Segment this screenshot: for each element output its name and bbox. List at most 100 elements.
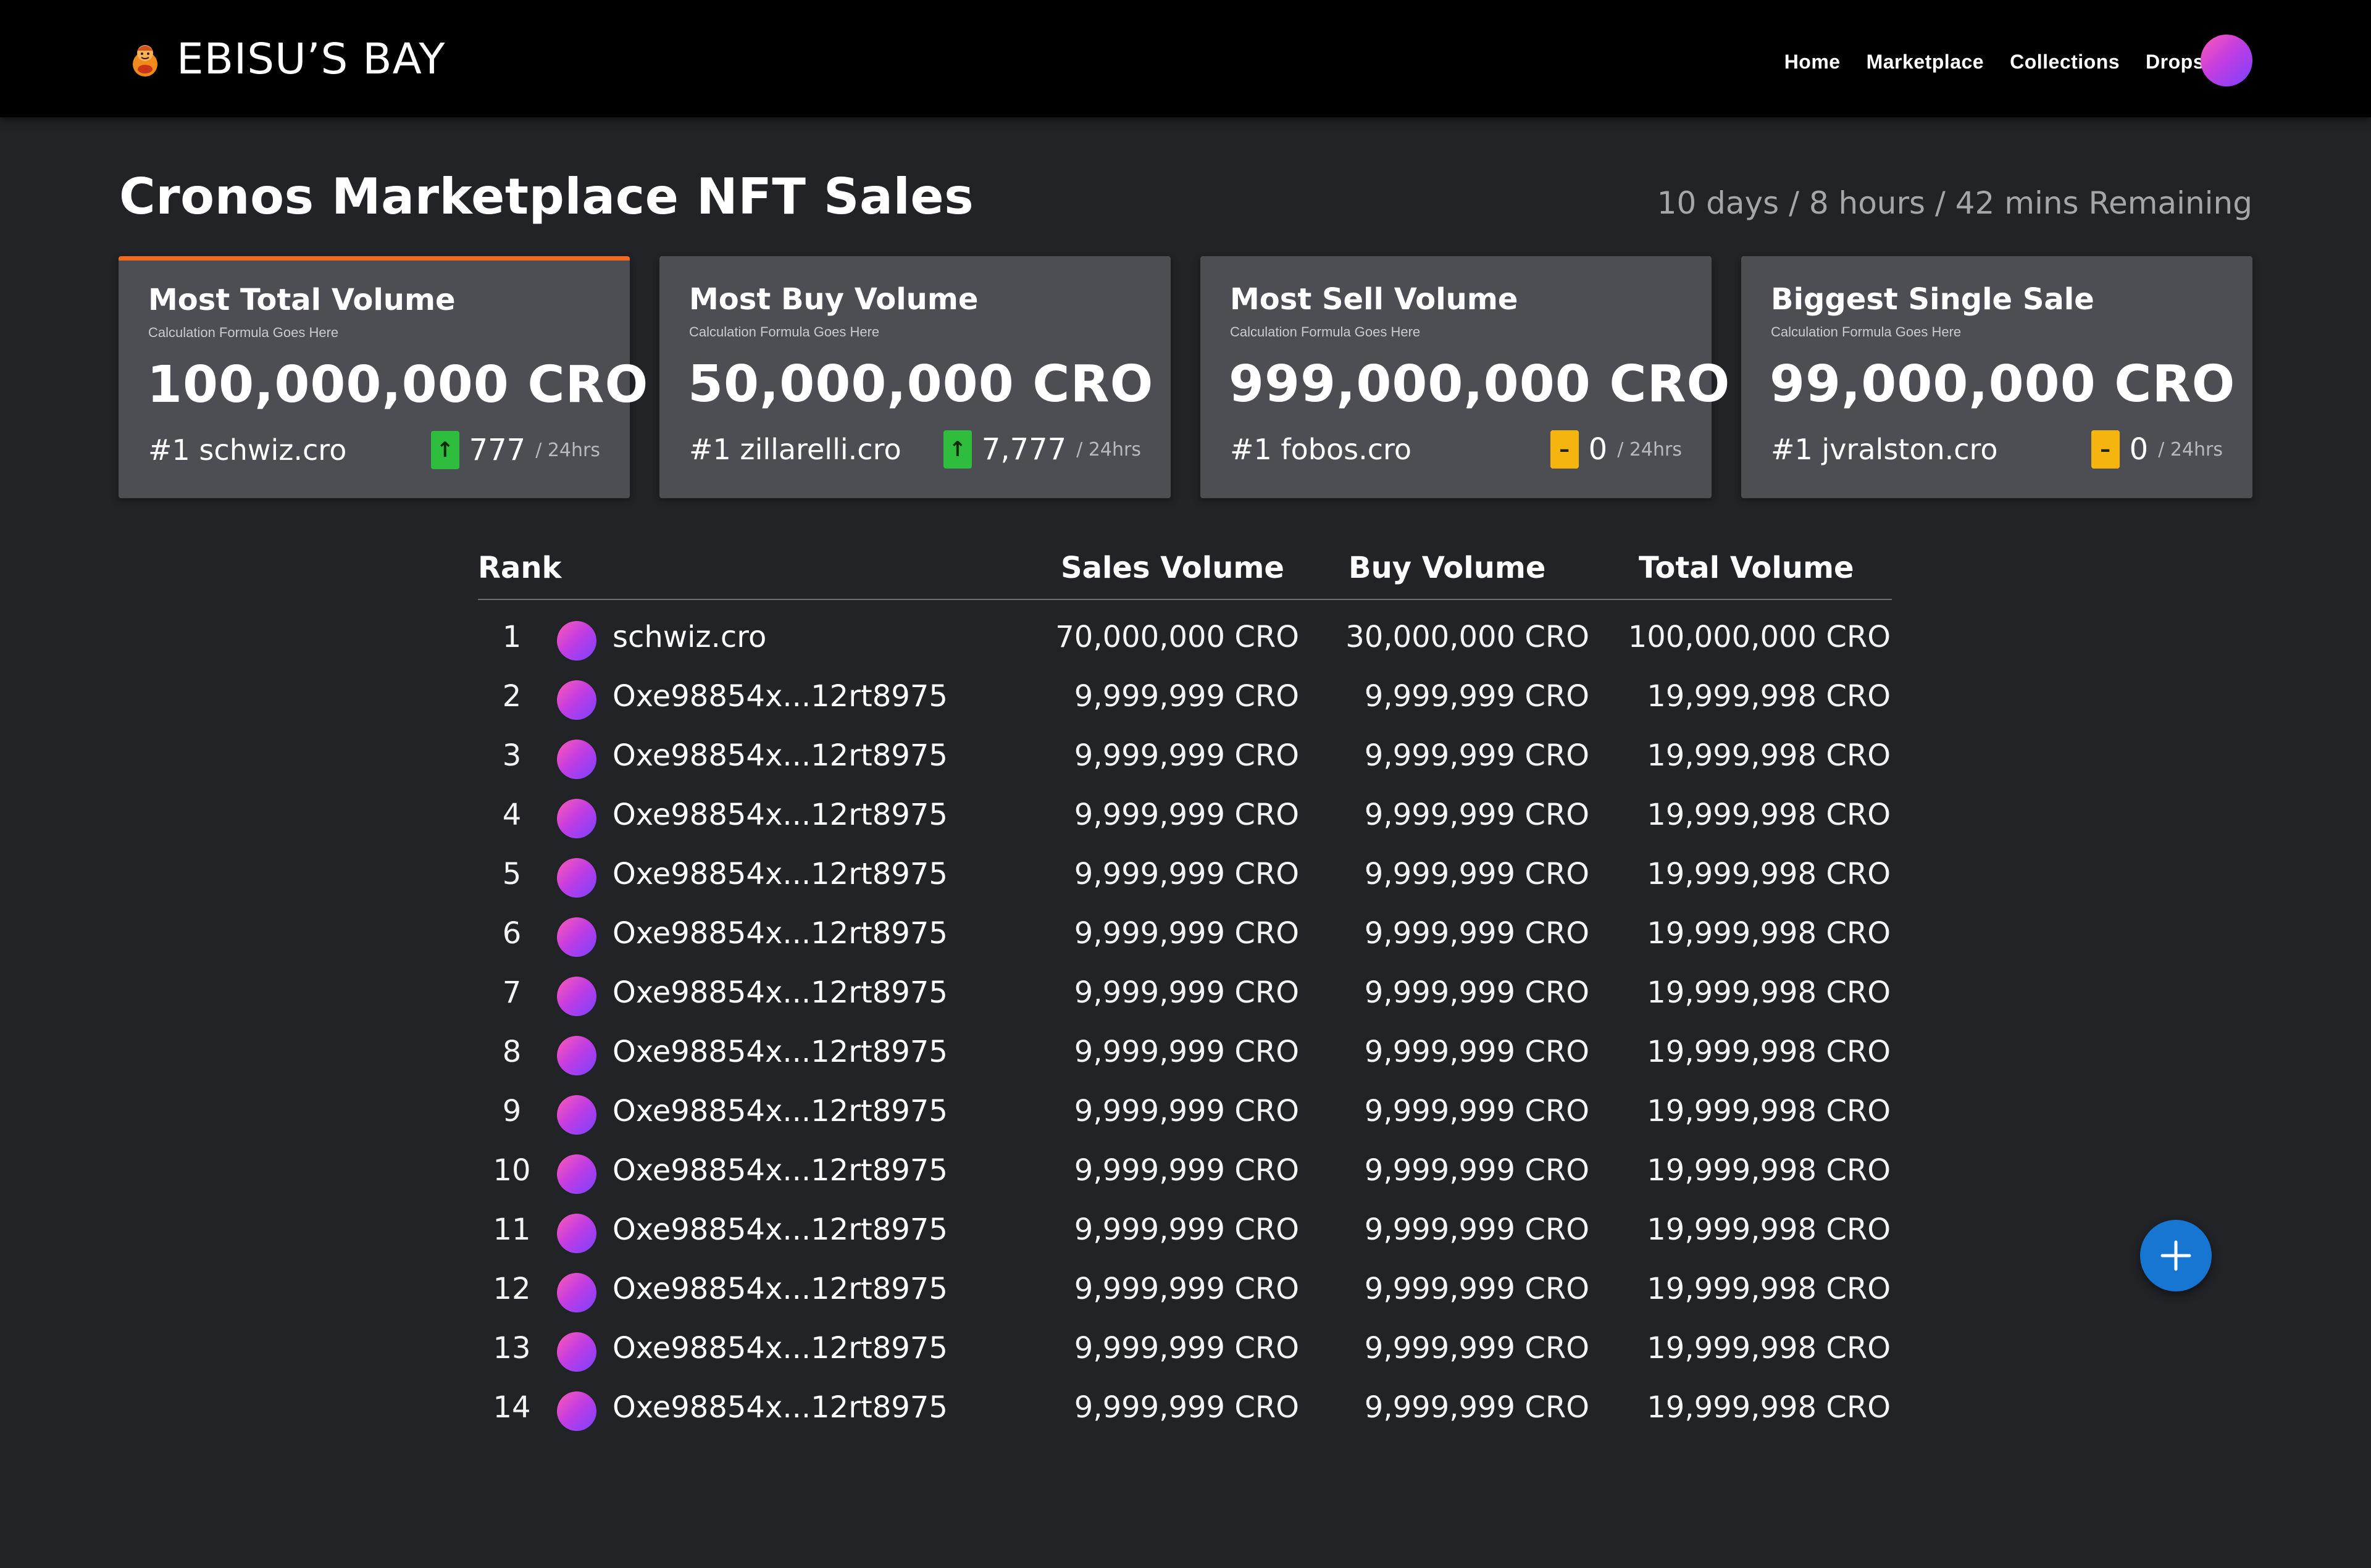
row-avatar xyxy=(557,680,596,720)
row-name-link[interactable]: Oxe98854x...12rt8975 xyxy=(613,1272,948,1306)
table-row[interactable]: 2 Oxe98854x...12rt8975 9,999,999 CRO 9,999,… xyxy=(478,668,1892,727)
arrow-up-icon: ↑ xyxy=(943,430,972,469)
row-rank: 9 xyxy=(502,1094,522,1128)
column-header-total-volume[interactable]: Total Volume xyxy=(1639,551,1854,585)
table-row[interactable]: 5 Oxe98854x...12rt8975 9,999,999 CRO 9,999,… xyxy=(478,846,1892,905)
column-header-sales-volume[interactable]: Sales Volume xyxy=(1061,551,1284,585)
row-buy-volume: 9,999,999 CRO xyxy=(1364,916,1589,951)
row-total-volume: 19,999,998 CRO xyxy=(1647,1153,1891,1188)
table-row[interactable]: 4 Oxe98854x...12rt8975 9,999,999 CRO 9,999,… xyxy=(478,786,1892,846)
page-title: Cronos Marketplace NFT Sales xyxy=(119,168,974,225)
row-buy-volume: 9,999,999 CRO xyxy=(1364,1153,1589,1188)
row-total-volume: 19,999,998 CRO xyxy=(1647,975,1891,1010)
card-title: Most Sell Volume xyxy=(1230,282,1518,317)
row-name-link[interactable]: schwiz.cro xyxy=(613,620,766,654)
row-name-link[interactable]: Oxe98854x...12rt8975 xyxy=(613,1035,948,1069)
column-header-buy-volume[interactable]: Buy Volume xyxy=(1349,551,1545,585)
row-sales-volume: 9,999,999 CRO xyxy=(1074,916,1299,951)
nav-link-collections[interactable]: Collections xyxy=(2010,51,2120,73)
row-sales-volume: 9,999,999 CRO xyxy=(1074,1272,1299,1306)
row-name-link[interactable]: Oxe98854x...12rt8975 xyxy=(613,1331,948,1366)
top-navbar: EBISU’S BAY Home Marketplace Collections… xyxy=(0,0,2371,117)
floating-add-button[interactable] xyxy=(2140,1220,2212,1291)
row-rank: 12 xyxy=(493,1272,531,1306)
ebisu-logo-icon xyxy=(133,45,157,77)
card-subtitle: Calculation Formula Goes Here xyxy=(148,325,339,340)
row-buy-volume: 9,999,999 CRO xyxy=(1364,738,1589,773)
row-buy-volume: 9,999,999 CRO xyxy=(1364,679,1589,714)
card-change: – 0 / 24hrs xyxy=(1550,430,1682,469)
row-name-link[interactable]: Oxe98854x...12rt8975 xyxy=(613,738,948,773)
table-row[interactable]: 8 Oxe98854x...12rt8975 9,999,999 CRO 9,999,… xyxy=(478,1024,1892,1083)
row-buy-volume: 9,999,999 CRO xyxy=(1364,975,1589,1010)
table-row[interactable]: 7 Oxe98854x...12rt8975 9,999,999 CRO 9,999,… xyxy=(478,964,1892,1024)
table-row[interactable]: 9 Oxe98854x...12rt8975 9,999,999 CRO 9,999,… xyxy=(478,1083,1892,1142)
row-rank: 7 xyxy=(502,975,522,1010)
row-rank: 5 xyxy=(502,857,522,891)
row-name-link[interactable]: Oxe98854x...12rt8975 xyxy=(613,1390,948,1425)
row-sales-volume: 9,999,999 CRO xyxy=(1074,975,1299,1010)
table-body: 1 schwiz.cro 70,000,000 CRO 30,000,000 CRO 1… xyxy=(478,609,1892,1438)
row-total-volume: 19,999,998 CRO xyxy=(1647,1272,1891,1306)
table-row[interactable]: 12 Oxe98854x...12rt8975 9,999,999 CRO 9,999… xyxy=(478,1261,1892,1320)
row-avatar xyxy=(557,1036,596,1075)
row-rank: 1 xyxy=(502,620,522,654)
card-most-total-volume[interactable]: Most Total Volume Calculation Formula Go… xyxy=(119,256,648,498)
leaderboard-table: Rank Sales Volume Buy Volume Total Volum… xyxy=(478,543,1892,1438)
card-change: ↑ 7,777 / 24hrs xyxy=(943,430,1141,469)
table-row[interactable]: 14 Oxe98854x...12rt8975 9,999,999 CRO 9,999… xyxy=(478,1379,1892,1438)
card-value: 50,000,000 CRO xyxy=(688,355,1154,414)
nav-link-marketplace[interactable]: Marketplace xyxy=(1867,51,1984,73)
card-subtitle: Calculation Formula Goes Here xyxy=(1230,324,1421,340)
stat-cards: Most Total Volume Calculation Formula Go… xyxy=(119,256,2252,498)
user-avatar-button[interactable] xyxy=(2201,35,2252,86)
table-row[interactable]: 1 schwiz.cro 70,000,000 CRO 30,000,000 CRO 1… xyxy=(478,609,1892,668)
row-total-volume: 19,999,998 CRO xyxy=(1647,1035,1891,1069)
card-value: 99,000,000 CRO xyxy=(1770,355,2236,414)
card-subtitle: Calculation Formula Goes Here xyxy=(1771,324,1962,340)
row-rank: 8 xyxy=(502,1035,522,1069)
row-rank: 13 xyxy=(493,1331,531,1366)
row-sales-volume: 9,999,999 CRO xyxy=(1074,679,1299,714)
row-name-link[interactable]: Oxe98854x...12rt8975 xyxy=(613,679,948,714)
card-most-sell-volume[interactable]: Most Sell Volume Calculation Formula Goe… xyxy=(1200,256,1729,498)
nav-link-home[interactable]: Home xyxy=(1784,51,1841,73)
column-header-rank[interactable]: Rank xyxy=(478,551,561,585)
card-most-buy-volume[interactable]: Most Buy Volume Calculation Formula Goes… xyxy=(659,256,1171,498)
row-name-link[interactable]: Oxe98854x...12rt8975 xyxy=(613,975,948,1010)
row-sales-volume: 9,999,999 CRO xyxy=(1074,1212,1299,1247)
table-row[interactable]: 11 Oxe98854x...12rt8975 9,999,999 CRO 9,999… xyxy=(478,1201,1892,1261)
minus-icon: – xyxy=(2091,430,2120,469)
card-leader: #1 zillarelli.cro xyxy=(689,433,901,466)
card-title: Biggest Single Sale xyxy=(1771,282,2094,317)
row-total-volume: 19,999,998 CRO xyxy=(1647,1390,1891,1425)
minus-icon: – xyxy=(1550,430,1579,469)
row-buy-volume: 9,999,999 CRO xyxy=(1364,798,1589,832)
card-value: 999,000,000 CRO xyxy=(1229,355,1731,414)
row-avatar xyxy=(557,977,596,1016)
card-leader: #1 schwiz.cro xyxy=(148,433,347,467)
table-row[interactable]: 6 Oxe98854x...12rt8975 9,999,999 CRO 9,999,… xyxy=(478,905,1892,964)
brand-name: EBISU’S BAY xyxy=(177,35,446,84)
table-row[interactable]: 3 Oxe98854x...12rt8975 9,999,999 CRO 9,999,… xyxy=(478,727,1892,786)
change-period: / 24hrs xyxy=(535,439,600,461)
nav-link-drops[interactable]: Drops xyxy=(2146,51,2204,73)
table-row[interactable]: 13 Oxe98854x...12rt8975 9,999,999 CRO 9,999… xyxy=(478,1320,1892,1379)
row-total-volume: 19,999,998 CRO xyxy=(1647,679,1891,714)
brand-logo-link[interactable]: EBISU’S BAY xyxy=(127,35,446,84)
card-leader: #1 fobos.cro xyxy=(1230,433,1412,466)
row-name-link[interactable]: Oxe98854x...12rt8975 xyxy=(613,857,948,891)
row-name-link[interactable]: Oxe98854x...12rt8975 xyxy=(613,1212,948,1247)
row-name-link[interactable]: Oxe98854x...12rt8975 xyxy=(613,1094,948,1128)
time-remaining: 10 days / 8 hours / 42 mins Remaining xyxy=(1657,185,2252,221)
row-name-link[interactable]: Oxe98854x...12rt8975 xyxy=(613,798,948,832)
card-biggest-single-sale[interactable]: Biggest Single Sale Calculation Formula … xyxy=(1741,256,2252,498)
row-buy-volume: 9,999,999 CRO xyxy=(1364,857,1589,891)
row-name-link[interactable]: Oxe98854x...12rt8975 xyxy=(613,916,948,951)
change-value: 0 xyxy=(2129,432,2149,467)
row-sales-volume: 9,999,999 CRO xyxy=(1074,857,1299,891)
row-avatar xyxy=(557,740,596,779)
table-row[interactable]: 10 Oxe98854x...12rt8975 9,999,999 CRO 9,999… xyxy=(478,1142,1892,1201)
row-name-link[interactable]: Oxe98854x...12rt8975 xyxy=(613,1153,948,1188)
row-total-volume: 19,999,998 CRO xyxy=(1647,1094,1891,1128)
